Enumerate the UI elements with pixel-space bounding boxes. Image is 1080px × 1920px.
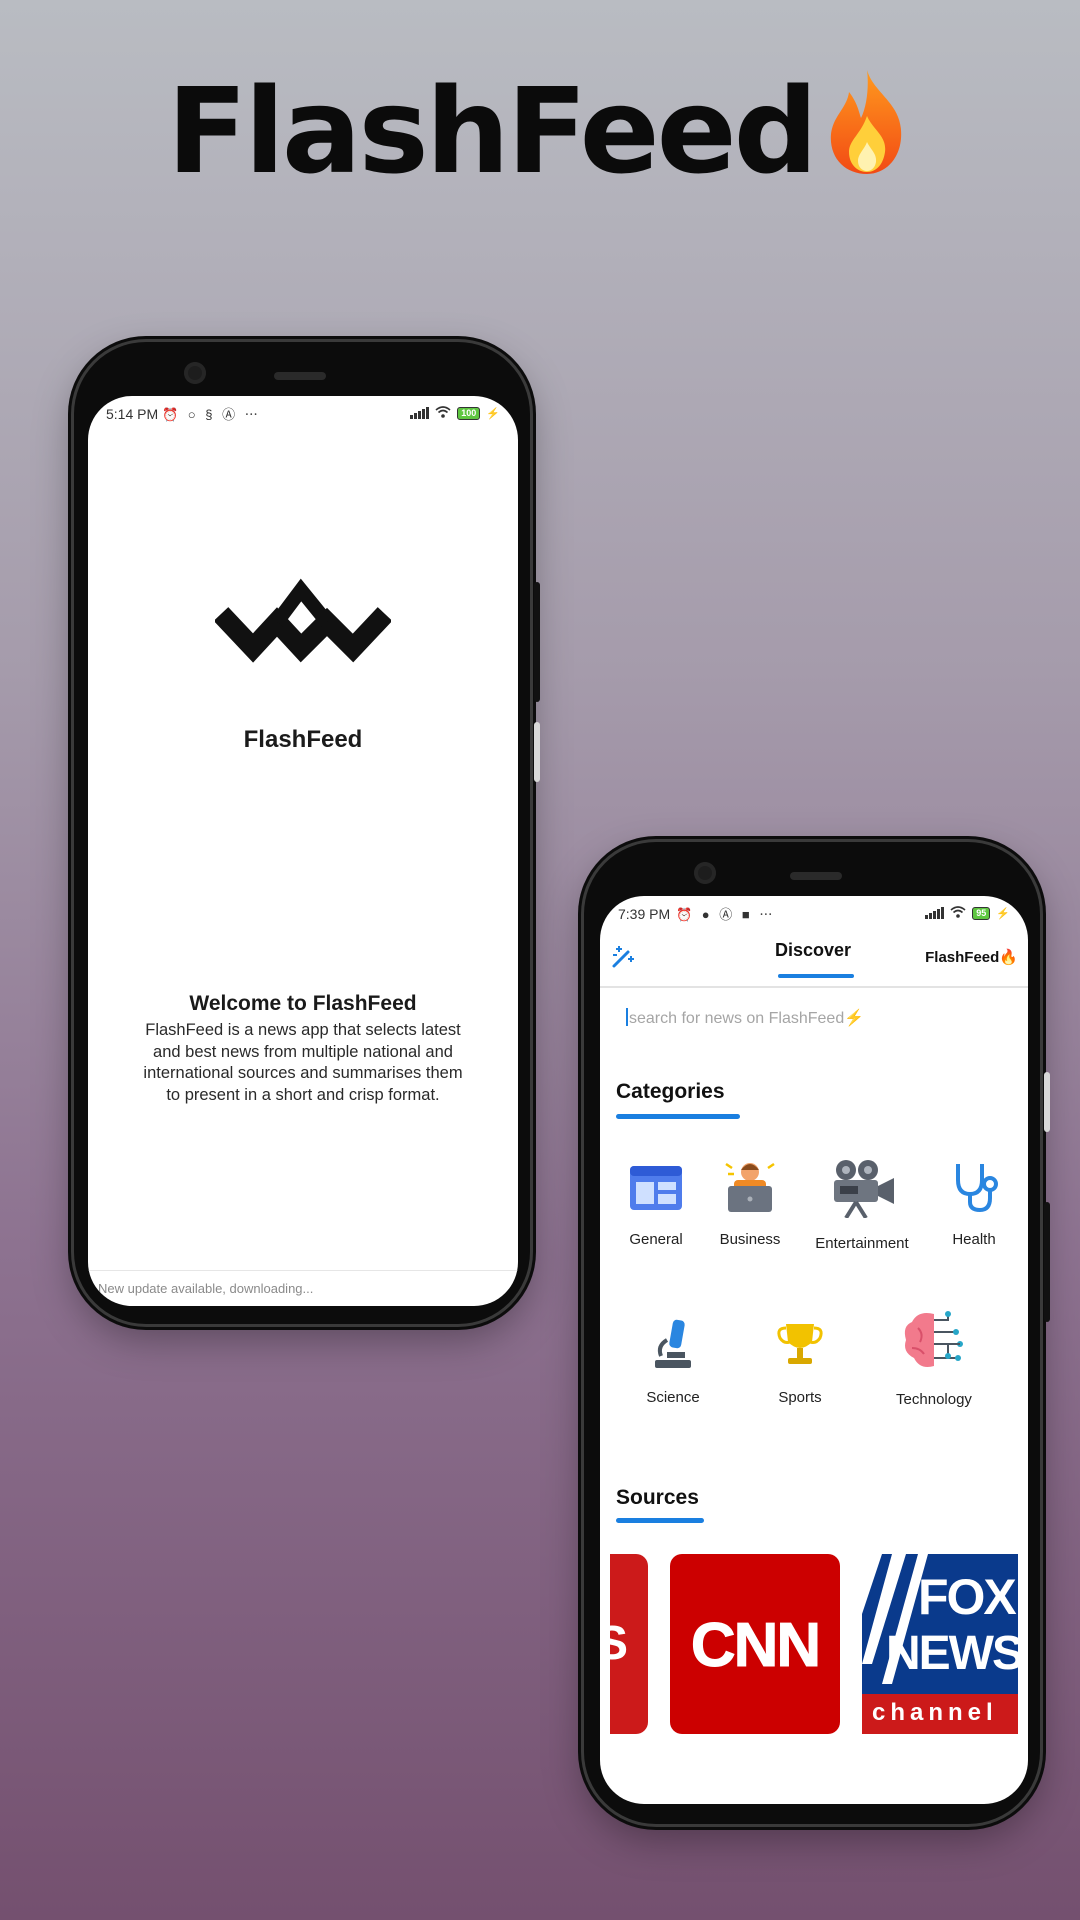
power-button: [534, 582, 540, 702]
battery-icon: 95: [972, 906, 991, 920]
search-input[interactable]: search for news on FlashFeed⚡: [626, 1008, 864, 1028]
phone-right: 7:39 PM ⏰ ● Ⓐ ■ ⋯ 95 ⚡ Discover FlashFee…: [584, 842, 1050, 1824]
business-laptop-icon: [708, 1158, 792, 1219]
category-label: General: [629, 1231, 683, 1248]
top-navigation: Discover FlashFeed🔥: [600, 930, 1028, 988]
wifi-icon: [435, 405, 451, 421]
signal-icon: [410, 407, 430, 419]
splash-screen: 5:14 PM ⏰ ○ § Ⓐ ⋯ 100 ⚡ FlashFeed Welcom…: [88, 396, 518, 1306]
power-button: [1044, 1202, 1050, 1322]
battery-icon: 100: [457, 406, 481, 420]
tab-discover-indicator: [778, 974, 854, 978]
category-label: Business: [719, 1231, 781, 1248]
text-cursor: [626, 1008, 628, 1026]
newspaper-icon: [614, 1158, 698, 1219]
status-bar: 5:14 PM ⏰ ○ § Ⓐ ⋯ 100 ⚡: [88, 396, 518, 430]
status-notification-icons: ⏰ ○ § Ⓐ ⋯: [162, 407, 261, 422]
fox-news-line2: NEWS: [886, 1627, 1018, 1680]
sources-underline: [616, 1518, 704, 1523]
category-business[interactable]: Business: [708, 1158, 792, 1248]
trophy-icon: [760, 1316, 840, 1377]
category-health[interactable]: Health: [934, 1158, 1014, 1248]
earpiece: [274, 372, 326, 380]
microscope-icon: [630, 1316, 716, 1377]
category-technology[interactable]: Technology: [884, 1308, 984, 1408]
phone-left: 5:14 PM ⏰ ○ § Ⓐ ⋯ 100 ⚡ FlashFeed Welcom…: [74, 342, 540, 1324]
search-placeholder: search for news on FlashFeed⚡: [629, 1010, 865, 1027]
source-card-cnn[interactable]: CNN: [670, 1554, 840, 1734]
categories-title: Categories: [616, 1080, 725, 1103]
source-card-fox-news[interactable]: FOX NEWS channel: [862, 1554, 1018, 1734]
fire-icon: [821, 66, 913, 204]
magic-wand-icon[interactable]: [610, 944, 636, 975]
sources-title: Sources: [616, 1486, 699, 1509]
headline-title: FlashFeed: [166, 62, 818, 200]
cnn-logo-text: CNN: [690, 1611, 821, 1681]
category-sports[interactable]: Sports: [760, 1316, 840, 1406]
brain-circuit-icon: [884, 1308, 984, 1379]
welcome-description: FlashFeed is a news app that selects lat…: [143, 1021, 463, 1104]
category-label: Technology: [896, 1391, 972, 1408]
signal-icon: [925, 907, 945, 919]
categories-underline: [616, 1114, 740, 1119]
page-headline: FlashFeed: [0, 62, 1080, 204]
status-notification-icons: ⏰ ● Ⓐ ■ ⋯: [676, 907, 776, 922]
wifi-icon: [950, 905, 966, 921]
app-name: FlashFeed: [243, 726, 363, 753]
category-label: Sports: [778, 1389, 822, 1406]
fox-news-line3: channel: [872, 1699, 998, 1726]
charging-icon: ⚡: [996, 907, 1010, 920]
earpiece: [790, 872, 842, 880]
volume-button: [534, 722, 540, 782]
welcome-title: Welcome to FlashFeed: [189, 992, 417, 1015]
fox-news-line1: FOX: [918, 1569, 1017, 1625]
update-status-bar: New update available, downloading...: [88, 1270, 518, 1306]
movie-camera-icon: [806, 1158, 918, 1223]
source-partial-text: S: [610, 1617, 628, 1670]
tab-flashfeed[interactable]: FlashFeed🔥: [925, 948, 1018, 966]
source-card-partial[interactable]: S: [610, 1554, 648, 1734]
update-text: New update available, downloading...: [98, 1281, 314, 1296]
status-time: 7:39 PM: [618, 906, 671, 922]
category-label: Science: [646, 1389, 700, 1406]
category-science[interactable]: Science: [630, 1316, 716, 1406]
sources-carousel[interactable]: S CNN FOX NEWS channel: [610, 1554, 1018, 1734]
category-general[interactable]: General: [614, 1158, 698, 1248]
status-bar: 7:39 PM ⏰ ● Ⓐ ■ ⋯ 95 ⚡: [600, 896, 1028, 930]
flashfeed-logo-icon: [88, 576, 518, 681]
status-time: 5:14 PM: [106, 406, 159, 422]
category-entertainment[interactable]: Entertainment: [806, 1158, 918, 1252]
front-camera: [694, 862, 716, 884]
tab-discover[interactable]: Discover: [775, 940, 851, 961]
stethoscope-icon: [934, 1158, 1014, 1219]
volume-button: [1044, 1072, 1050, 1132]
charging-icon: ⚡: [486, 407, 500, 420]
front-camera: [184, 362, 206, 384]
category-label: Entertainment: [815, 1235, 909, 1252]
discover-screen: 7:39 PM ⏰ ● Ⓐ ■ ⋯ 95 ⚡ Discover FlashFee…: [600, 896, 1028, 1804]
category-label: Health: [952, 1231, 996, 1248]
